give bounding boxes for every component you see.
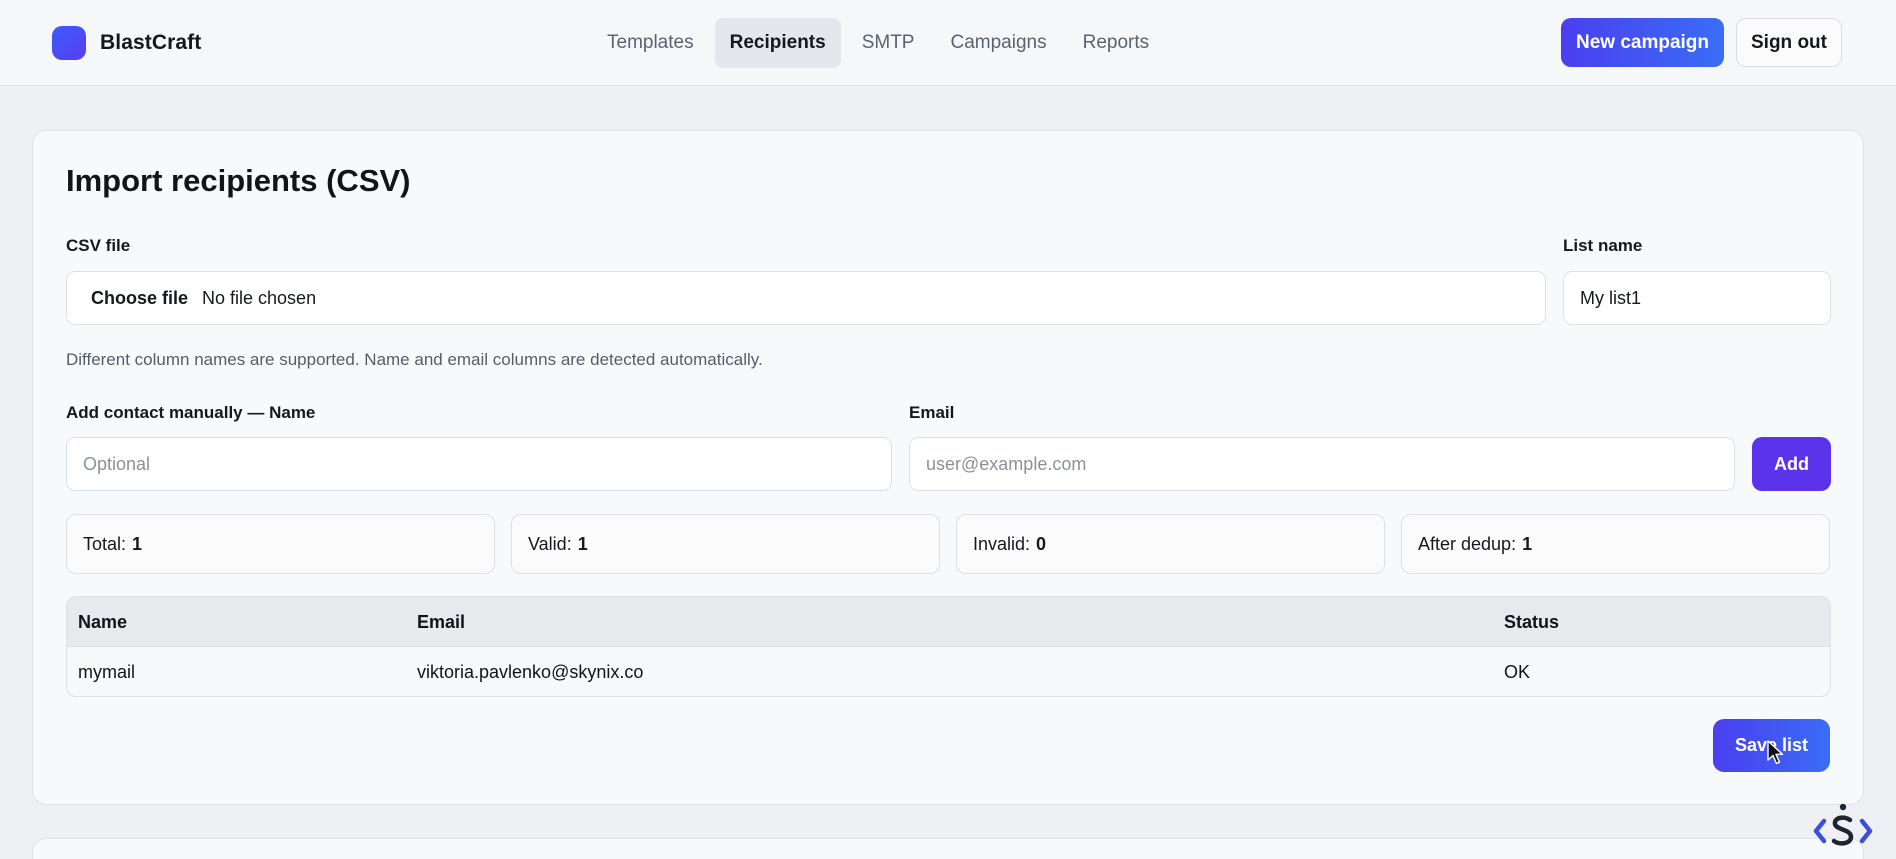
nav-item-smtp[interactable]: SMTP [847,18,930,68]
stat-after-dedup: After dedup: 1 [1401,514,1830,574]
stat-valid: Valid: 1 [511,514,940,574]
list-name-label: List name [1563,236,1643,255]
stat-label: Total: [83,533,127,554]
cell-name: mymail [78,661,135,682]
brand-name: BlastCraft [100,31,202,54]
brand-logo-icon [52,26,86,60]
file-status-text: No file chosen [202,287,317,308]
sign-out-button[interactable]: Sign out [1736,18,1842,67]
add-contact-button[interactable]: Add [1752,437,1831,491]
nav-item-templates[interactable]: Templates [592,18,709,68]
cell-email: viktoria.pavlenko@skynix.co [417,661,644,682]
manual-email-input[interactable] [926,453,1734,475]
stat-value: 1 [577,533,588,554]
cell-status: OK [1504,661,1531,682]
stat-label: Invalid: [973,533,1031,554]
column-header-status: Status [1504,611,1560,632]
stat-invalid: Invalid: 0 [956,514,1385,574]
manual-name-label: Add contact manually — Name [66,403,316,422]
stat-total: Total: 1 [66,514,495,574]
nav-item-recipients[interactable]: Recipients [714,18,841,68]
table-header-row: Name Email Status [67,597,1830,647]
nav-item-reports[interactable]: Reports [1068,18,1165,68]
list-name-input[interactable] [1580,287,1830,309]
stat-value: 1 [132,533,143,554]
csv-hint-text: Different column names are supported. Na… [66,350,763,369]
skynix-logo-icon [1813,803,1873,846]
page-title: Import recipients (CSV) [66,163,411,198]
secondary-card [32,838,1864,859]
top-navigation-bar: BlastCraft Templates Recipients SMTP Cam… [0,0,1896,86]
table-row: mymail viktoria.pavlenko@skynix.co OK [67,647,1830,696]
column-header-name: Name [78,611,128,632]
mouse-pointer-icon [1767,740,1784,765]
csv-file-label: CSV file [66,236,131,255]
stat-label: After dedup: [1418,533,1517,554]
new-campaign-button[interactable]: New campaign [1561,18,1724,67]
manual-name-field[interactable] [66,437,892,491]
manual-email-field[interactable] [909,437,1735,491]
csv-file-input[interactable]: Choose file No file chosen [66,271,1546,325]
brand[interactable]: BlastCraft [52,26,201,60]
main-nav: Templates Recipients SMTP Campaigns Repo… [592,18,1164,68]
recipients-table: Name Email Status mymail viktoria.pavlen… [66,596,1831,697]
choose-file-button[interactable]: Choose file [91,288,188,309]
stat-value: 0 [1036,533,1047,554]
nav-item-campaigns[interactable]: Campaigns [935,18,1061,68]
manual-name-input[interactable] [83,453,891,475]
stat-label: Valid: [528,533,572,554]
list-name-field[interactable] [1563,271,1831,325]
manual-email-label: Email [909,403,955,422]
column-header-email: Email [417,611,466,632]
stat-value: 1 [1522,533,1533,554]
